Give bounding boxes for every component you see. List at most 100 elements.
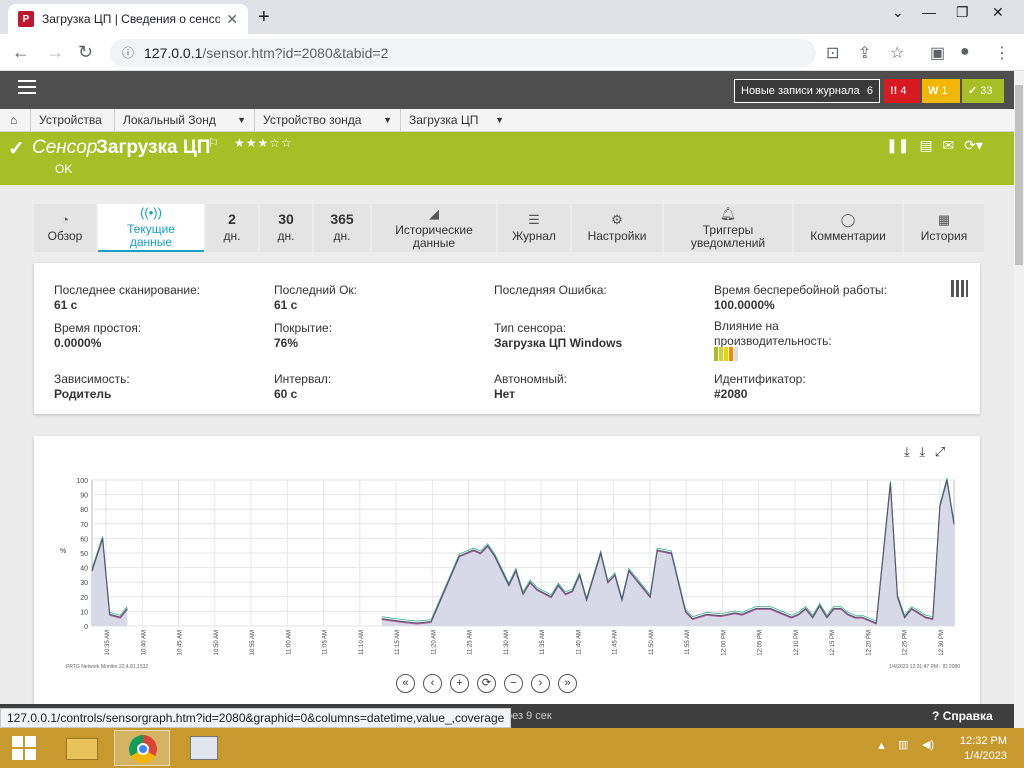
flag-icon[interactable]: ⚐	[208, 136, 219, 150]
breadcrumb-item[interactable]: Устройства	[30, 109, 114, 131]
tab-historic-data[interactable]: ◢ Исторические данные	[372, 204, 496, 252]
profile-icon[interactable]: ●	[960, 43, 970, 61]
tab-notification-triggers[interactable]: 🔔︎ Триггеры уведомлений	[664, 204, 792, 252]
qr-code-icon[interactable]	[951, 280, 968, 297]
sensor-actions: ❚❚ ▤ ✉ ⟳▾	[886, 137, 983, 154]
ok-count: 33	[980, 85, 993, 97]
y-tick-label: 80	[80, 507, 88, 514]
email-icon[interactable]: ✉	[942, 137, 954, 153]
side-panel-icon[interactable]: ▣	[930, 43, 945, 63]
perf-impact-label: Влияние на производительность:	[714, 319, 832, 348]
tab-live-data[interactable]: ((•)) Текущие данные	[98, 204, 204, 252]
windows-start-icon[interactable]	[12, 736, 36, 760]
pause-icon[interactable]: ❚❚	[886, 137, 909, 153]
new-log-entries-button[interactable]: Новые записи журнала 6	[734, 79, 880, 103]
warning-icon: W	[928, 85, 939, 97]
prtg-favicon-icon: P	[18, 11, 34, 27]
tab-30-days[interactable]: 30 дн.	[260, 204, 312, 252]
x-tick-label: 12:30 PM	[939, 630, 945, 656]
restore-icon[interactable]: ❐	[956, 4, 969, 21]
back-icon[interactable]: ←	[12, 42, 30, 63]
chevron-down-icon: ▼	[383, 115, 392, 125]
url-path: /sensor.htm?id=2080&tabid=2	[202, 45, 389, 61]
coverage: Покрытие: 76%	[274, 321, 332, 351]
tab-search-icon[interactable]: ⌄	[892, 4, 904, 21]
alarm-icon: !!	[890, 85, 898, 97]
ok-badge[interactable]: ✓ 33	[962, 79, 1004, 103]
reload-icon[interactable]: ↻	[78, 42, 93, 63]
tab-2-days[interactable]: 2 дн.	[206, 204, 258, 252]
share-icon[interactable]: ⇪	[858, 43, 871, 63]
translate-icon[interactable]: ⊡	[826, 43, 839, 63]
url-host: 127.0.0.1	[144, 45, 203, 61]
tab-overview[interactable]: ◔ Обзор	[34, 204, 96, 252]
interval-label: Интервал:	[274, 372, 332, 386]
graph-zoom-in-button[interactable]: +	[450, 674, 469, 693]
x-tick-label: 11:15 AM	[395, 630, 401, 655]
site-info-icon[interactable]: ⓘ	[122, 39, 134, 67]
x-tick-label: 11:25 AM	[468, 630, 474, 655]
y-tick-label: 40	[80, 566, 88, 573]
volume-icon[interactable]: ◀)	[922, 738, 934, 751]
close-tab-icon[interactable]: ✕	[226, 11, 238, 28]
home-icon[interactable]: ⌂	[0, 109, 30, 131]
graph-nav-prev-button[interactable]: ‹	[423, 674, 442, 693]
graph-reset-button[interactable]: ⟳	[477, 674, 496, 693]
tab-365-days[interactable]: 365 дн.	[314, 204, 370, 252]
last-ok-label: Последний Ок:	[274, 283, 357, 297]
clock[interactable]: 12:32 PM 1/4/2023	[955, 734, 1007, 764]
chart-footer-right: 1/4/2023 12:31:47 PM - ID 2080	[889, 664, 960, 670]
graph-nav-next-button[interactable]: ›	[531, 674, 550, 693]
status-badge: OK	[55, 162, 73, 176]
tab-sublabel: дн.	[333, 229, 351, 243]
breadcrumb-item-label: Устройство зонда	[263, 113, 362, 127]
cpu-load-chart[interactable]: 0 10 20 30 40 50 60 70 80 90 100% 10:35 AM 10:40 AM 1…	[42, 436, 972, 672]
breadcrumb-item[interactable]: Устройство зонда ▼	[254, 109, 400, 131]
tab-settings[interactable]: ⚙ Настройки	[572, 204, 662, 252]
link-preview-url: 127.0.0.1/controls/sensorgraph.htm?id=20…	[0, 708, 512, 728]
graph-zoom-out-button[interactable]: −	[504, 674, 523, 693]
scrollbar-thumb[interactable]	[1015, 85, 1023, 265]
x-tick-label: 12:20 PM	[866, 630, 872, 656]
last-scan-label: Последнее сканирование:	[54, 283, 201, 297]
downtime: Время простоя: 0.0000%	[54, 321, 141, 351]
browser-tab[interactable]: P Загрузка ЦП | Сведения о сенсо ✕	[8, 4, 248, 34]
log-button-label: Новые записи журнала	[741, 85, 860, 97]
address-bar[interactable]: ⓘ 127.0.0.1/sensor.htm?id=2080&tabid=2	[110, 39, 816, 67]
minimize-icon[interactable]: —	[922, 4, 936, 20]
bookmark-star-icon[interactable]: ☆	[890, 43, 904, 63]
refresh-countdown: рез 9 сек	[506, 710, 552, 722]
page-scrollbar[interactable]	[1014, 71, 1024, 728]
file-explorer-icon[interactable]	[54, 730, 110, 766]
help-icon: ?	[932, 709, 940, 723]
tray-expand-icon[interactable]: ▲	[876, 740, 887, 752]
new-tab-icon[interactable]: +	[258, 6, 270, 29]
hamburger-menu-icon[interactable]	[18, 80, 36, 94]
network-icon[interactable]: ▥	[898, 738, 908, 751]
warning-badge[interactable]: W 1	[922, 79, 960, 103]
downtime-label: Время простоя:	[54, 321, 142, 335]
report-icon[interactable]: ▤	[919, 137, 932, 153]
close-window-icon[interactable]: ✕	[992, 4, 1004, 21]
graph-nav-first-button[interactable]: «	[396, 674, 415, 693]
forward-icon[interactable]: →	[46, 42, 64, 63]
tab-comments[interactable]: ◯ Комментарии	[794, 204, 902, 252]
refresh-menu-icon[interactable]: ⟳▾	[964, 137, 983, 153]
help-link[interactable]: ? Справка	[932, 709, 993, 723]
prtg-app-icon[interactable]	[176, 730, 232, 766]
tab-label: Текущие данные	[127, 221, 175, 249]
tab-history[interactable]: ▦ История	[904, 204, 984, 252]
menu-kebab-icon[interactable]: ⋮	[994, 43, 1010, 63]
tab-log[interactable]: ☰ Журнал	[498, 204, 570, 252]
tab-label: Настройки	[587, 229, 647, 243]
last-error-label: Последняя Ошибка:	[494, 283, 607, 297]
breadcrumb-item[interactable]: Загрузка ЦП ▼	[400, 109, 510, 131]
chrome-icon[interactable]	[114, 730, 170, 766]
graph-nav-last-button[interactable]: »	[558, 674, 577, 693]
sensor-header: ✓ Сенсор Загрузка ЦП ⚐ ★★★☆☆ OK ❚❚ ▤ ✉ ⟳…	[0, 132, 1014, 185]
breadcrumb-item[interactable]: Локальный Зонд ▼	[114, 109, 254, 131]
interval-value: 60 с	[274, 387, 298, 401]
alarm-badge[interactable]: !! 4	[884, 79, 920, 103]
priority-stars[interactable]: ★★★☆☆	[234, 136, 293, 150]
tab-label: Триггеры уведомлений	[690, 222, 766, 250]
